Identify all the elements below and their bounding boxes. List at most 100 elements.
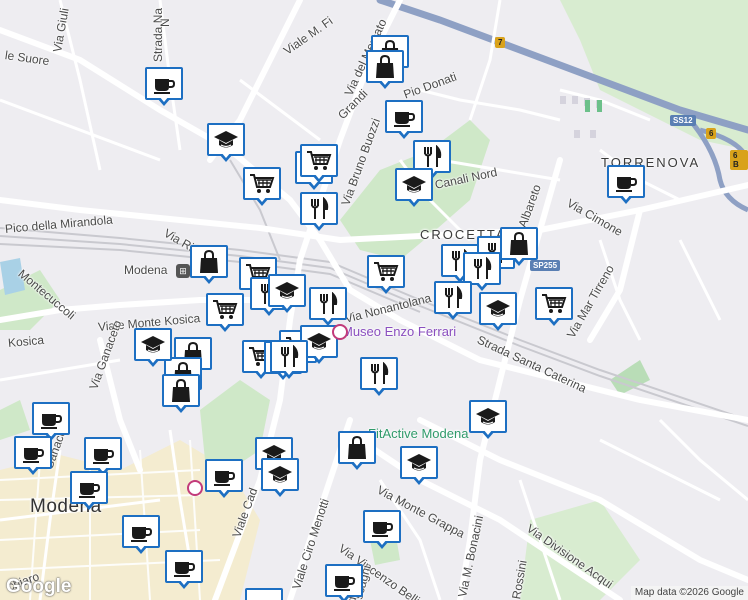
marker-pointer (446, 310, 460, 320)
grocery-icon (306, 149, 332, 173)
marker-pointer (282, 369, 296, 379)
cafe-icon (369, 515, 395, 539)
marker-pointer (312, 354, 326, 364)
marker-pointer (82, 500, 96, 510)
marker-pointer (350, 460, 364, 470)
marker-pointer (512, 256, 526, 266)
museum-icon[interactable] (332, 324, 348, 340)
cafe-icon (38, 407, 64, 431)
education-marker[interactable] (469, 400, 507, 440)
education-marker[interactable] (400, 446, 438, 486)
shopping-marker[interactable] (338, 431, 376, 471)
cafe-marker[interactable] (165, 550, 203, 590)
cafe-marker[interactable] (122, 515, 160, 555)
restaurant-icon (315, 291, 341, 316)
restaurant-icon (440, 285, 466, 310)
marker-pointer (481, 429, 495, 439)
education-icon (267, 463, 293, 487)
marker-pointer (397, 129, 411, 139)
education-marker[interactable] (395, 168, 433, 208)
education-marker[interactable] (261, 458, 299, 498)
cafe-icon (151, 72, 177, 96)
cafe-marker[interactable] (205, 459, 243, 499)
education-icon (213, 128, 239, 152)
marker-pointer (312, 173, 326, 183)
education-marker[interactable] (207, 123, 245, 163)
marker-pointer (407, 197, 421, 207)
google-logo: Google (6, 576, 72, 597)
cafe-marker[interactable] (325, 564, 363, 600)
grocery-icon (541, 292, 567, 316)
restaurant-marker[interactable] (300, 192, 338, 232)
cafe-icon (171, 555, 197, 579)
marker-pointer (491, 321, 505, 331)
restaurant-icon (469, 256, 495, 281)
cafe-icon (613, 170, 639, 194)
road-shield-ss12: SS12 (670, 115, 696, 126)
marker-pointer (372, 386, 386, 396)
cafe-icon (391, 105, 417, 129)
map-attribution[interactable]: Map data ©2026 Google (630, 586, 748, 600)
shopping-marker[interactable] (190, 245, 228, 285)
restaurant-icon (306, 196, 332, 221)
road-shield-r6: 6 (706, 128, 717, 139)
education-marker[interactable] (268, 274, 306, 314)
road-shield-r7: 7 (495, 37, 506, 48)
restaurant-icon (366, 361, 392, 386)
grocery-icon (373, 260, 399, 284)
map-canvas[interactable]: Via GiuliStrada NaViale M. FiVia del Mer… (0, 0, 748, 600)
restaurant-marker[interactable] (309, 287, 347, 327)
cafe-marker[interactable] (385, 100, 423, 140)
education-icon (485, 297, 511, 321)
cafe-icon (76, 476, 102, 500)
cafe-marker[interactable] (145, 67, 183, 107)
restaurant-marker[interactable] (434, 281, 472, 321)
cafe-marker[interactable] (607, 165, 645, 205)
marker-pointer (218, 322, 232, 332)
buildings (560, 96, 602, 138)
grocery-marker[interactable] (367, 255, 405, 295)
marker-pointer (379, 284, 393, 294)
education-icon (475, 405, 501, 429)
restaurant-marker[interactable] (360, 357, 398, 397)
shopping-marker[interactable] (500, 227, 538, 267)
education-icon (306, 330, 332, 354)
marker-pointer (547, 316, 561, 326)
marker-pointer (219, 152, 233, 162)
marker-pointer (378, 79, 392, 89)
marker-pointer (280, 303, 294, 313)
shopping-marker[interactable] (366, 50, 404, 90)
shopping-marker[interactable] (162, 374, 200, 414)
cafe-marker[interactable] (70, 471, 108, 511)
cafe-marker[interactable] (363, 510, 401, 550)
marker-pointer (157, 96, 171, 106)
cafe-icon (251, 593, 277, 600)
landmark-icon[interactable] (187, 480, 203, 496)
marker-pointer (134, 544, 148, 554)
marker-pointer (146, 357, 160, 367)
cafe-marker-box[interactable] (245, 588, 283, 600)
marker-pointer (202, 274, 216, 284)
marker-pointer (619, 194, 633, 204)
grocery-marker[interactable] (206, 293, 244, 333)
cafe-icon (20, 441, 46, 465)
sport-fields (585, 100, 602, 112)
cafe-marker[interactable] (245, 588, 283, 600)
cafe-icon (128, 520, 154, 544)
marker-pointer (312, 221, 326, 231)
education-marker[interactable] (134, 328, 172, 368)
shopping-icon (506, 231, 532, 256)
restaurant-marker[interactable] (270, 340, 308, 380)
shopping-icon (344, 435, 370, 460)
shopping-icon (168, 378, 194, 403)
grocery-marker[interactable] (243, 167, 281, 207)
cafe-icon (90, 442, 116, 466)
park-small-2 (0, 400, 30, 440)
park-sport (610, 360, 650, 395)
grocery-marker[interactable] (535, 287, 573, 327)
marker-pointer (337, 593, 351, 600)
cafe-marker[interactable] (14, 436, 52, 476)
education-marker[interactable] (479, 292, 517, 332)
grocery-marker[interactable] (300, 144, 338, 184)
grocery-icon (249, 172, 275, 196)
